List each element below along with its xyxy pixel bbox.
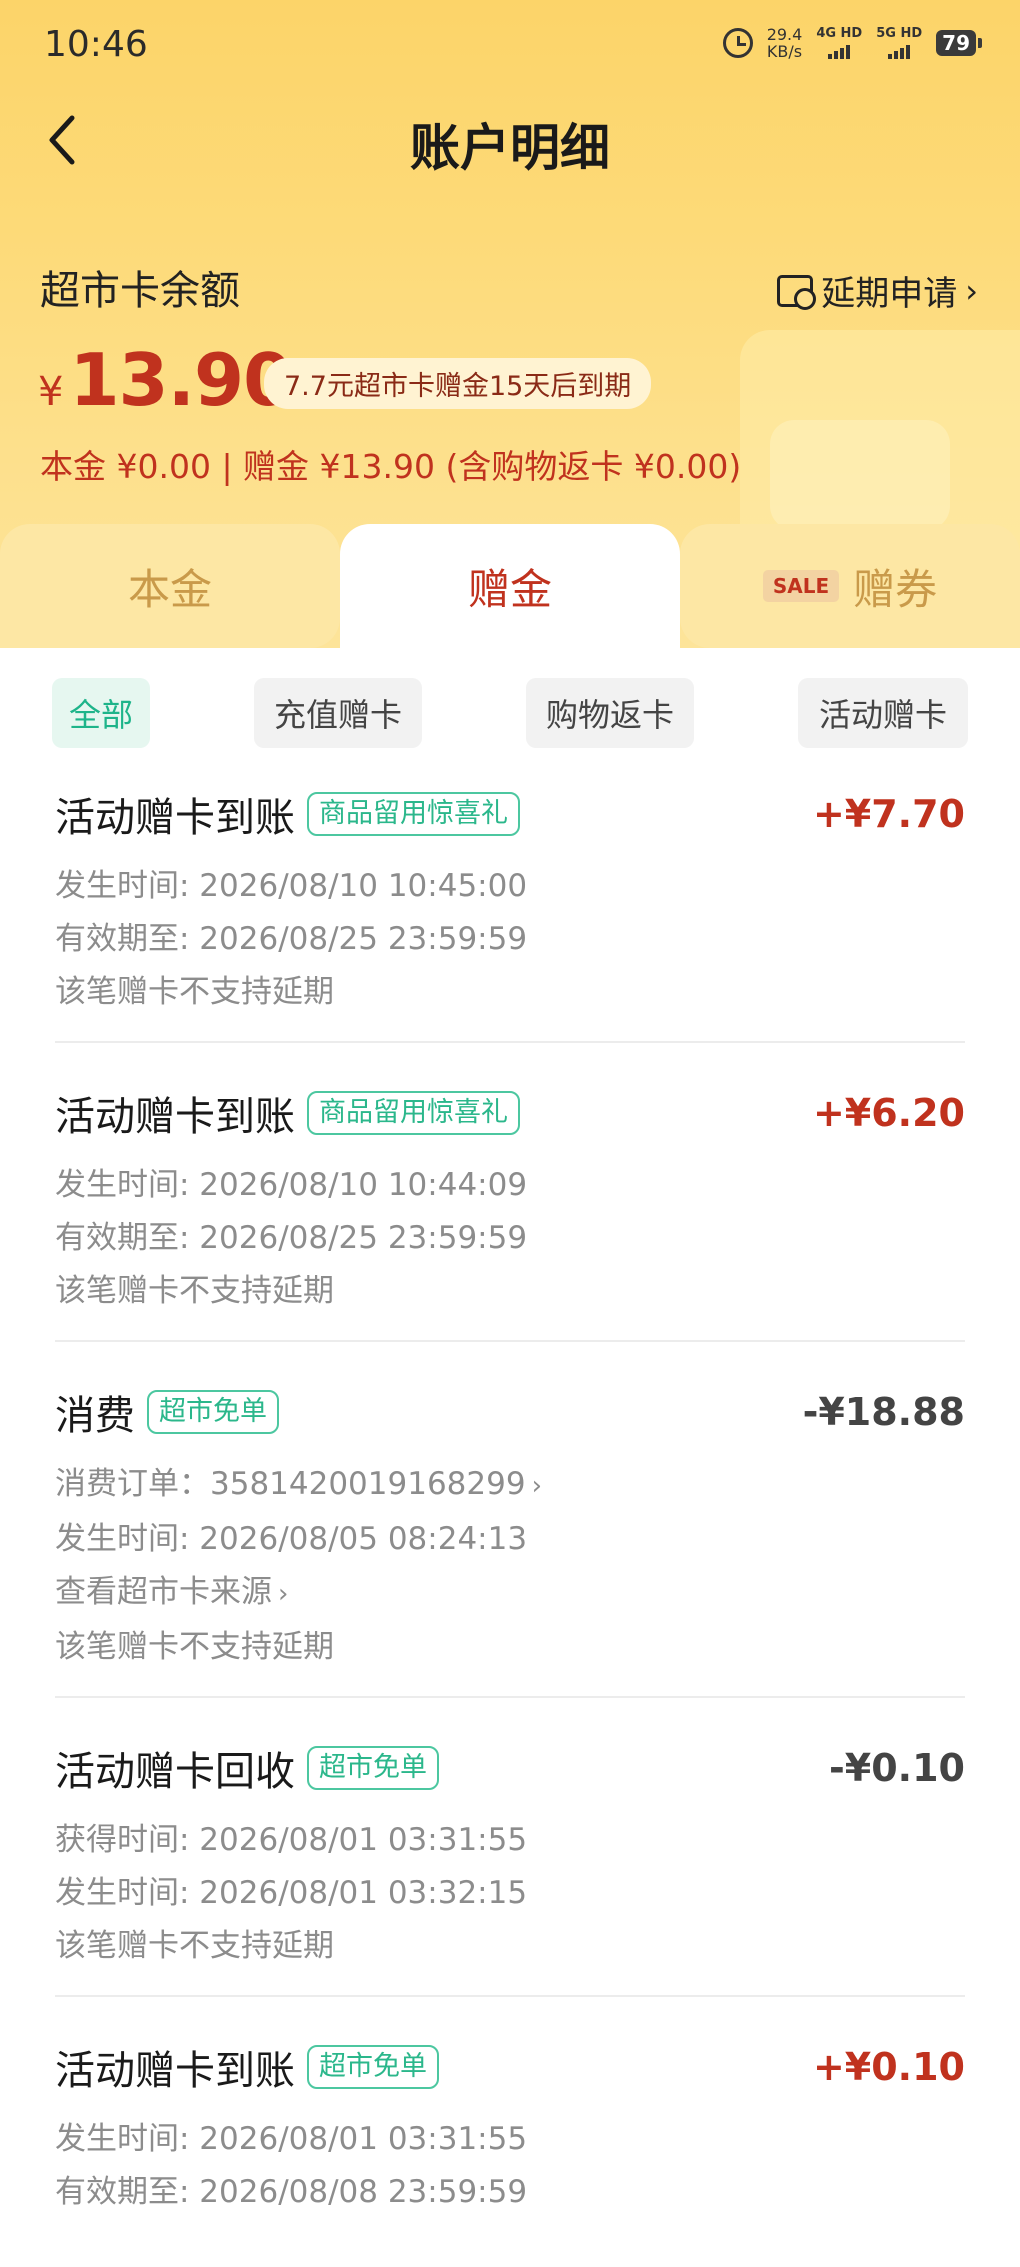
header-decoration-inner <box>770 420 950 530</box>
record-tag: 商品留用惊喜礼 <box>307 792 520 836</box>
record-list: 活动赠卡到账 商品留用惊喜礼 +¥7.70 发生时间: 2026/08/10 1… <box>55 788 965 2241</box>
order-number-link[interactable]: 消费订单：3581420019168299 › <box>55 1458 965 1513</box>
record-title: 活动赠卡到账 <box>55 795 295 841</box>
record-occurred-time: 发生时间: 2026/08/10 10:45:00 <box>55 868 528 904</box>
balance-label: 超市卡余额 <box>40 268 240 314</box>
chevron-right-icon: › <box>278 1579 289 1609</box>
record-obtained-time: 获得时间: 2026/08/01 03:31:55 <box>55 1822 528 1858</box>
record-item[interactable]: 活动赠卡到账 商品留用惊喜礼 +¥7.70 发生时间: 2026/08/10 1… <box>55 788 965 1043</box>
record-note: 该笔赠卡不支持延期 <box>55 1273 334 1309</box>
record-note: 该笔赠卡不支持延期 <box>55 974 334 1010</box>
record-valid-until: 有效期至: 2026/08/25 23:59:59 <box>55 1220 528 1256</box>
expire-tip-badge: 7.7元超市卡赠金15天后到期 <box>264 358 652 409</box>
record-item[interactable]: 活动赠卡到账 商品留用惊喜礼 +¥6.20 发生时间: 2026/08/10 1… <box>55 1043 965 1342</box>
view-card-source-link[interactable]: 查看超市卡来源 › <box>55 1566 965 1621</box>
sale-badge: SALE <box>762 570 840 602</box>
tab-principal[interactable]: 本金 <box>0 524 340 648</box>
record-item[interactable]: 活动赠卡到账 超市免单 +¥0.10 发生时间: 2026/08/01 03:3… <box>55 1997 965 2241</box>
filter-bar: 全部 充值赠卡 购物返卡 活动赠卡 <box>52 678 968 748</box>
record-title: 活动赠卡回收 <box>55 1749 295 1795</box>
record-note: 该笔赠卡不支持延期 <box>55 1629 334 1665</box>
chevron-right-icon: › <box>965 271 978 310</box>
filter-activity-bonus[interactable]: 活动赠卡 <box>798 678 968 748</box>
record-title: 消费 <box>55 1393 135 1439</box>
calendar-clock-icon <box>777 274 817 310</box>
page-title: 账户明细 <box>410 119 610 177</box>
record-tag: 超市免单 <box>147 1390 279 1434</box>
extend-apply-label: 延期申请 <box>821 274 958 314</box>
extend-apply-button[interactable]: 延期申请 › <box>777 266 978 315</box>
record-amount: -¥18.88 <box>802 1390 965 1434</box>
sim2-signal-icon: 5G HD <box>876 27 922 59</box>
tab-bar: 本金 赠金 SALE 赠券 <box>0 524 1020 648</box>
network-speed: 29.4 KB/s <box>766 25 803 61</box>
status-bar: 10:46 29.4 KB/s 4G HD 5G HD 79 <box>0 0 1020 96</box>
status-time: 10:46 <box>44 24 148 65</box>
record-amount: +¥0.10 <box>812 2045 965 2089</box>
record-note: 该笔赠卡不支持延期 <box>55 1928 334 1964</box>
content-panel: 全部 充值赠卡 购物返卡 活动赠卡 活动赠卡到账 商品留用惊喜礼 +¥7.70 … <box>0 648 1020 2267</box>
record-tag: 超市免单 <box>307 2045 439 2089</box>
record-occurred-time: 发生时间: 2026/08/01 03:32:15 <box>55 1875 528 1911</box>
record-valid-until: 有效期至: 2026/08/08 23:59:59 <box>55 2174 528 2210</box>
record-item[interactable]: 消费 超市免单 -¥18.88 消费订单：3581420019168299 › 发… <box>55 1342 965 1698</box>
tab-coupon[interactable]: SALE 赠券 <box>680 524 1020 648</box>
filter-all[interactable]: 全部 <box>52 678 150 748</box>
record-tag: 商品留用惊喜礼 <box>307 1091 520 1135</box>
sim1-signal-icon: 4G HD <box>816 27 862 59</box>
balance-value: 13.90 <box>69 338 293 422</box>
record-title: 活动赠卡到账 <box>55 2048 295 2094</box>
record-occurred-time: 发生时间: 2026/08/01 03:31:55 <box>55 2121 528 2157</box>
record-tag: 超市免单 <box>307 1746 439 1790</box>
filter-recharge-bonus[interactable]: 充值赠卡 <box>254 678 422 748</box>
record-title: 活动赠卡到账 <box>55 1094 295 1140</box>
record-amount: +¥7.70 <box>812 792 965 836</box>
chevron-right-icon: › <box>531 1471 542 1501</box>
tab-bonus[interactable]: 赠金 <box>340 524 680 648</box>
record-amount: +¥6.20 <box>812 1091 965 1135</box>
currency-symbol: ¥ <box>38 369 64 415</box>
balance-breakdown: 本金 ¥0.00 | 赠金 ¥13.90 (含购物返卡 ¥0.00) <box>40 447 742 486</box>
status-icons: 29.4 KB/s 4G HD 5G HD 79 <box>722 25 982 61</box>
record-occurred-time: 发生时间: 2026/08/05 08:24:13 <box>55 1521 528 1557</box>
record-item[interactable]: 活动赠卡回收 超市免单 -¥0.10 获得时间: 2026/08/01 03:3… <box>55 1698 965 1997</box>
alarm-icon <box>722 28 753 58</box>
balance-amount: ¥ 13.90 <box>38 338 293 422</box>
record-valid-until: 有效期至: 2026/08/25 23:59:59 <box>55 921 528 957</box>
record-occurred-time: 发生时间: 2026/08/10 10:44:09 <box>55 1167 528 1203</box>
record-amount: -¥0.10 <box>829 1746 965 1790</box>
battery-icon: 79 <box>936 30 982 56</box>
filter-shopping-rebate[interactable]: 购物返卡 <box>526 678 694 748</box>
